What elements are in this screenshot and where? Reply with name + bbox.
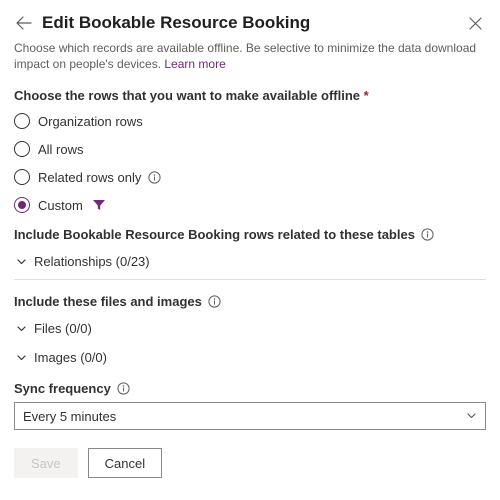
- include-files-label: Include these files and images: [14, 294, 486, 309]
- radio-icon: [14, 197, 30, 213]
- files-expander[interactable]: Files (0/0): [14, 319, 486, 338]
- close-button[interactable]: [464, 12, 486, 34]
- chevron-down-icon: [466, 409, 477, 424]
- radio-label: Related rows only: [38, 170, 141, 185]
- arrow-left-icon: [16, 15, 32, 31]
- chevron-down-icon: [14, 322, 28, 336]
- radio-icon: [14, 169, 30, 185]
- chevron-down-icon: [14, 351, 28, 365]
- radio-icon: [14, 141, 30, 157]
- info-icon[interactable]: [117, 382, 131, 396]
- close-icon: [469, 17, 482, 30]
- back-button[interactable]: [14, 13, 34, 33]
- info-icon[interactable]: [421, 228, 435, 242]
- sync-frequency-label: Sync frequency: [14, 381, 486, 396]
- include-related-label: Include Bookable Resource Booking rows r…: [14, 227, 486, 242]
- panel-title: Edit Bookable Resource Booking: [42, 13, 464, 33]
- learn-more-link[interactable]: Learn more: [164, 57, 225, 71]
- radio-label: Organization rows: [38, 114, 143, 129]
- files-label: Files (0/0): [34, 321, 92, 336]
- sync-frequency-select[interactable]: Every 5 minutes: [14, 402, 486, 430]
- radio-custom[interactable]: Custom: [14, 197, 486, 213]
- rows-section-label: Choose the rows that you want to make av…: [14, 88, 486, 103]
- images-label: Images (0/0): [34, 350, 107, 365]
- divider: [14, 279, 486, 280]
- sync-frequency-value: Every 5 minutes: [23, 409, 116, 424]
- chevron-down-icon: [14, 255, 28, 269]
- filter-button[interactable]: [91, 197, 107, 213]
- radio-label: All rows: [38, 142, 84, 157]
- images-expander[interactable]: Images (0/0): [14, 348, 486, 367]
- radio-icon: [14, 113, 30, 129]
- radio-related-rows-only[interactable]: Related rows only: [14, 169, 486, 185]
- filter-icon: [92, 198, 106, 212]
- intro-text: Choose which records are available offli…: [14, 40, 486, 72]
- cancel-button[interactable]: Cancel: [88, 448, 162, 478]
- info-icon[interactable]: [208, 295, 222, 309]
- relationships-label: Relationships (0/23): [34, 254, 150, 269]
- save-button: Save: [14, 448, 78, 478]
- radio-organization-rows[interactable]: Organization rows: [14, 113, 486, 129]
- rows-radio-group: Organization rows All rows Related rows …: [14, 113, 486, 213]
- relationships-expander[interactable]: Relationships (0/23): [14, 252, 486, 271]
- intro-body: Choose which records are available offli…: [14, 41, 476, 71]
- info-icon[interactable]: [147, 170, 161, 184]
- radio-label: Custom: [38, 198, 83, 213]
- radio-all-rows[interactable]: All rows: [14, 141, 486, 157]
